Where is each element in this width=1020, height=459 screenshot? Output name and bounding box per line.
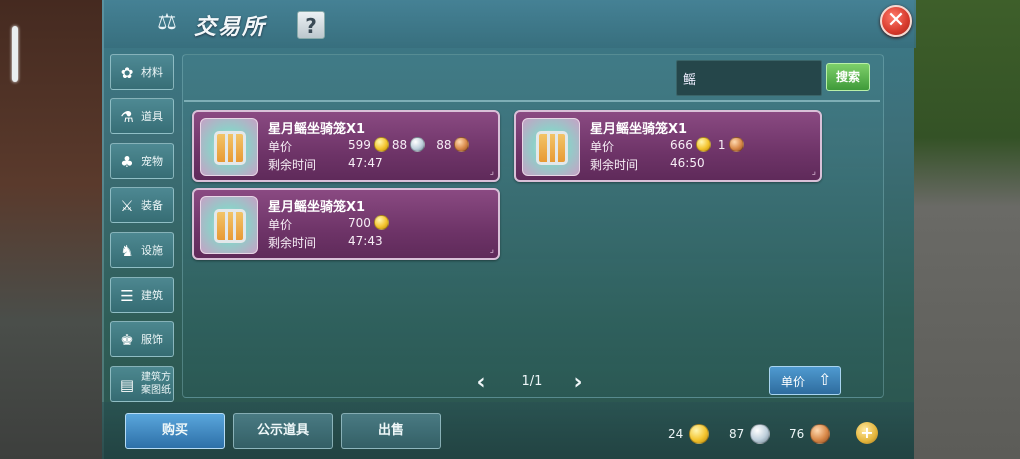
sidebar-item-label: 装备: [141, 199, 163, 212]
mount-cage-icon: [536, 131, 568, 165]
search-input[interactable]: [676, 60, 822, 96]
item-thumbnail: [522, 118, 580, 176]
scales-icon: ⚖: [157, 10, 177, 35]
clothing-icon: ♚: [120, 331, 134, 349]
divider: [184, 100, 880, 102]
gold-coin-icon: [373, 215, 389, 230]
bronze-coin-icon: [728, 137, 744, 152]
tab-buy[interactable]: 购买: [125, 413, 225, 449]
price-label: 单价: [590, 140, 615, 154]
search-button[interactable]: 搜索: [826, 63, 870, 91]
price-amount: 1: [717, 137, 726, 152]
item-name: 星月鳐坐骑笼X1: [268, 122, 366, 137]
add-currency-button[interactable]: +: [856, 422, 878, 444]
silver-coin-icon: [410, 137, 426, 152]
wallet-amount: 76: [789, 427, 805, 441]
wallet-bronze: 76: [789, 424, 831, 444]
sword-icon: ⚔: [120, 197, 134, 215]
price-amount: 88: [391, 137, 408, 152]
price-amount: 666: [670, 137, 693, 152]
listing-card[interactable]: 星月鳐坐骑笼X1 单价 599 88 88 剩余时间 47:47 ⌟: [192, 110, 500, 182]
price-label: 单价: [268, 140, 293, 154]
item-name: 星月鳐坐骑笼X1: [268, 200, 366, 215]
sidebar-item-materials[interactable]: ✿ 材料: [110, 54, 174, 90]
time-label: 剩余时间: [268, 236, 317, 250]
game-world-right: [914, 0, 1020, 459]
gold-coin-icon: [689, 424, 710, 444]
trading-house-screen: { "title": "交易所", "help_label": "?", "cl…: [0, 0, 1020, 459]
price-amount: 700: [348, 215, 371, 230]
item-thumbnail: [200, 196, 258, 254]
sort-label: 单价: [781, 375, 806, 389]
sidebar-item-label: 材料: [141, 66, 163, 79]
time-label: 剩余时间: [268, 158, 317, 172]
mount-cage-icon: [214, 131, 246, 165]
sort-arrow-icon: ⇧: [818, 370, 832, 389]
wallet-amount: 87: [729, 427, 745, 441]
bronze-coin-icon: [810, 424, 831, 444]
wallet-gold: 24: [668, 424, 710, 444]
facility-icon: ♞: [120, 242, 134, 260]
page-indicator: 1/1: [521, 374, 543, 389]
sidebar-item-blueprints[interactable]: ▤ 建筑方案图纸: [110, 366, 174, 402]
close-button[interactable]: ✕: [880, 5, 912, 37]
price-list: 599 88 88: [348, 137, 470, 152]
time-remaining: 46:50: [670, 156, 705, 170]
title-bar: ⚖ 交易所 ?: [104, 0, 916, 48]
sidebar-item-label: 宠物: [141, 155, 163, 168]
help-button[interactable]: ?: [297, 11, 325, 39]
sidebar-item-pets[interactable]: ♣ 宠物: [110, 143, 174, 179]
next-page-button[interactable]: ›: [570, 372, 586, 394]
time-remaining: 47:47: [348, 156, 383, 170]
page-title: 交易所: [194, 15, 267, 40]
corner-mark-icon: ⌟: [489, 167, 494, 177]
sort-by-price-button[interactable]: 单价 ⇧: [769, 366, 841, 395]
sidebar-item-facilities[interactable]: ♞ 设施: [110, 232, 174, 268]
sidebar-item-equipment[interactable]: ⚔ 装备: [110, 187, 174, 223]
sidebar-item-label: 建筑: [141, 289, 163, 302]
item-name: 星月鳐坐骑笼X1: [590, 122, 688, 137]
side-handle[interactable]: [12, 26, 18, 82]
corner-mark-icon: ⌟: [489, 245, 494, 255]
prev-page-button[interactable]: ‹: [473, 372, 489, 394]
sidebar-item-props[interactable]: ⚗ 道具: [110, 98, 174, 134]
price-amount: 599: [348, 137, 371, 152]
sidebar-item-buildings[interactable]: ☰ 建筑: [110, 277, 174, 313]
corner-mark-icon: ⌟: [811, 167, 816, 177]
gold-coin-icon: [373, 137, 389, 152]
tab-sell[interactable]: 出售: [341, 413, 441, 449]
flask-icon: ⚗: [120, 108, 134, 126]
bronze-coin-icon: [454, 137, 470, 152]
time-label: 剩余时间: [590, 158, 639, 172]
sidebar-item-clothing[interactable]: ♚ 服饰: [110, 321, 174, 357]
price-list: 700: [348, 215, 389, 230]
sidebar-item-label: 建筑方案图纸: [141, 372, 171, 396]
silver-coin-icon: [750, 424, 771, 444]
sidebar-item-label: 道具: [141, 110, 163, 123]
listing-card[interactable]: 星月鳐坐骑笼X1 单价 666 1 剩余时间 46:50 ⌟: [514, 110, 822, 182]
time-remaining: 47:43: [348, 234, 383, 248]
tab-showcase[interactable]: 公示道具: [233, 413, 333, 449]
price-amount: 88: [436, 137, 452, 152]
paw-icon: ♣: [120, 153, 134, 171]
wallet-silver: 87: [729, 424, 771, 444]
mount-cage-icon: [214, 209, 246, 243]
listing-card[interactable]: 星月鳐坐骑笼X1 单价 700 剩余时间 47:43 ⌟: [192, 188, 500, 260]
sidebar-item-label: 服饰: [141, 333, 163, 346]
gold-coin-icon: [695, 137, 711, 152]
building-icon: ☰: [120, 287, 134, 305]
price-list: 666 1: [670, 137, 744, 152]
wallet-amount: 24: [668, 427, 684, 441]
materials-icon: ✿: [120, 64, 134, 82]
item-thumbnail: [200, 118, 258, 176]
sidebar-item-label: 设施: [141, 244, 163, 257]
blueprint-icon: ▤: [119, 376, 135, 394]
price-label: 单价: [268, 218, 293, 232]
